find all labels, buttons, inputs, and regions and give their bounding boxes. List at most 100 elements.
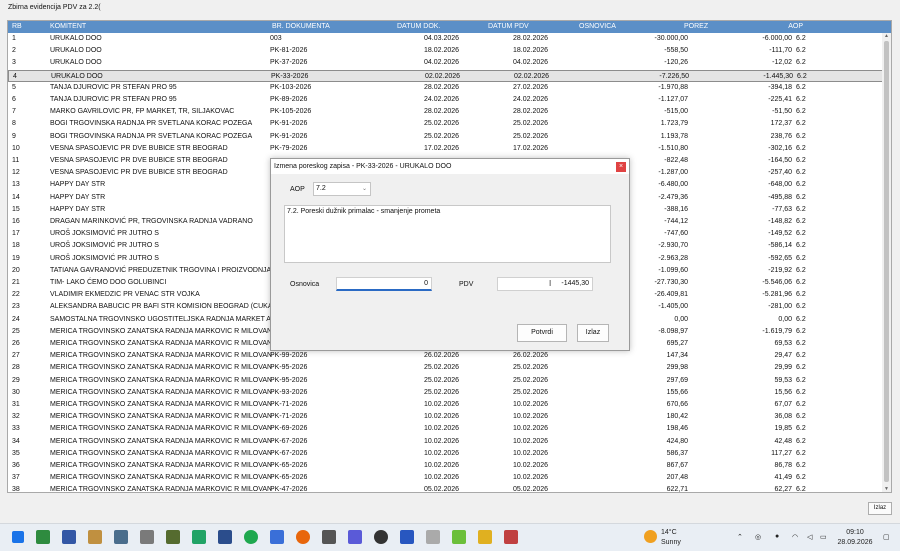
weather-temp[interactable]: 14°C <box>661 529 677 536</box>
app-icon-4[interactable] <box>114 530 128 544</box>
app-icon-10[interactable] <box>270 530 284 544</box>
table-row[interactable]: 1 URUKALO DOO 003 04.03.2026 28.02.2026 -30.0… <box>8 33 883 45</box>
app-icon-18[interactable] <box>478 530 492 544</box>
app-icon-5[interactable] <box>140 530 154 544</box>
clock-date[interactable]: 28.09.2026 <box>832 539 878 546</box>
speaker-icon[interactable]: ◁ <box>807 533 812 541</box>
table-row[interactable]: 28 MERICA TRGOVINSKO ZANATSKA RADNJA MARK… <box>8 362 883 374</box>
cell-komitent: HAPPY DAY STR <box>50 193 106 201</box>
microphone-icon[interactable]: ● <box>775 533 779 540</box>
cell-rb: 30 <box>12 388 20 396</box>
table-row[interactable]: 32 MERICA TRGOVINSKO ZANATSKA RADNJA MARK… <box>8 411 883 423</box>
wifi-icon[interactable]: ◠ <box>792 533 798 541</box>
osnovica-label: Osnovica <box>290 281 320 288</box>
cell-osnovica: -1.970,88 <box>658 83 688 91</box>
aop-description-field[interactable]: 7.2. Poreski dužnik primalac - smanjenje… <box>284 205 611 263</box>
col-header-rb[interactable]: RB <box>12 21 22 33</box>
app-tray-icon[interactable]: ◎ <box>755 533 761 541</box>
scroll-up-icon[interactable]: ▲ <box>883 33 890 40</box>
cell-porez: 0,00 <box>778 315 792 323</box>
table-row[interactable]: 31 MERICA TRGOVINSKO ZANATSKA RADNJA MARK… <box>8 399 883 411</box>
scroll-down-icon[interactable]: ▼ <box>883 486 890 492</box>
cell-porez: 29,47 <box>774 352 792 360</box>
cell-aop: 6.2 <box>796 218 806 225</box>
app-icon-16[interactable] <box>426 530 440 544</box>
table-row[interactable]: 10 VESNA SPASOJEVIC PR DVE BUBICE STR BEO… <box>8 143 883 155</box>
table-row[interactable]: 9 BOGI TRGOVINSKA RADNJA PR SVETLANA KORA… <box>8 131 883 143</box>
notification-icon[interactable]: ▢ <box>883 533 890 541</box>
cell-komitent: MERICA TRGOVINSKO ZANATSKA RADNJA MARKOV… <box>50 486 272 493</box>
app-icon-8[interactable] <box>218 530 232 544</box>
weather-desc[interactable]: Sunny <box>661 539 681 546</box>
exit-button[interactable]: Izlaz <box>868 502 892 515</box>
col-header-porez[interactable]: POREZ <box>684 21 708 33</box>
app-icon-17[interactable] <box>452 530 466 544</box>
col-header-br-dokumenta[interactable]: BR. DOKUMENTA <box>272 21 330 33</box>
table-row[interactable]: 33 MERICA TRGOVINSKO ZANATSKA RADNJA MARK… <box>8 423 883 435</box>
confirm-button[interactable]: Potvrdi <box>517 324 567 342</box>
word-icon[interactable] <box>400 530 414 544</box>
table-row[interactable]: 30 MERICA TRGOVINSKO ZANATSKA RADNJA MARK… <box>8 387 883 399</box>
col-header-datum-pdv[interactable]: DATUM PDV <box>488 21 529 33</box>
col-header-aop[interactable]: AOP <box>787 21 803 33</box>
table-row[interactable]: 6 TANJA DJUROVIC PR STEFAN PRO 95 PK-89-20… <box>8 94 883 106</box>
cell-komitent: DRAGAN MARINKOVIĆ PR, TRGOVINSKA RADNJA … <box>50 218 253 225</box>
cell-datum-dok: 02.02.2026 <box>425 72 461 80</box>
col-header-komitent[interactable]: KOMITENT <box>50 21 86 33</box>
cell-aop: 6.2 <box>796 144 806 152</box>
table-row[interactable]: 2 URUKALO DOO PK-81-2026 18.02.2026 18.02.20… <box>8 45 883 57</box>
app-icon-19[interactable] <box>504 530 518 544</box>
close-icon[interactable]: × <box>616 162 626 172</box>
cell-datum-dok: 25.02.2026 <box>424 376 460 384</box>
cell-porez: -648,00 <box>768 181 792 189</box>
table-row[interactable]: 4 URUKALO DOO PK-33-2026 02.02.2026 02.02.20… <box>8 69 883 82</box>
cell-br-dokumenta: PK-79-2026 <box>270 144 308 152</box>
cell-rb: 10 <box>12 144 20 152</box>
windows-start-icon[interactable] <box>12 531 24 543</box>
table-row[interactable]: 35 MERICA TRGOVINSKO ZANATSKA RADNJA MARK… <box>8 448 883 460</box>
table-row[interactable]: 37 MERICA TRGOVINSKO ZANATSKA RADNJA MARK… <box>8 472 883 484</box>
table-row[interactable]: 29 MERICA TRGOVINSKO ZANATSKA RADNJA MARK… <box>8 375 883 387</box>
save-icon[interactable] <box>62 530 76 544</box>
grid-scrollbar[interactable]: ▲ ▼ <box>882 33 891 492</box>
firefox-icon[interactable] <box>296 530 310 544</box>
app-icon-14[interactable] <box>374 530 388 544</box>
table-row[interactable]: 8 BOGI TRGOVINSKA RADNJA PR SVETLANA KORA… <box>8 118 883 130</box>
app-icon-1[interactable] <box>36 530 50 544</box>
table-row[interactable]: 34 MERICA TRGOVINSKO ZANATSKA RADNJA MARK… <box>8 436 883 448</box>
table-row[interactable]: 36 MERICA TRGOVINSKO ZANATSKA RADNJA MARK… <box>8 460 883 472</box>
table-row[interactable]: 5 TANJA DJUROVIC PR STEFAN PRO 95 PK-103-2… <box>8 82 883 94</box>
cell-br-dokumenta: PK-71-2026 <box>270 413 308 421</box>
teams-icon[interactable] <box>348 530 362 544</box>
cell-aop: 6.2 <box>797 72 807 80</box>
app-icon-6[interactable] <box>166 530 180 544</box>
cell-datum-dok: 04.02.2026 <box>424 59 460 67</box>
osnovica-input[interactable]: 0 <box>336 277 432 291</box>
cell-osnovica: 867,67 <box>666 462 688 469</box>
table-row[interactable]: 3 URUKALO DOO PK-37-2026 04.02.2026 04.02.20… <box>8 57 883 69</box>
scroll-thumb[interactable] <box>884 41 889 482</box>
clock-time[interactable]: 09:10 <box>832 529 878 536</box>
battery-icon[interactable]: ▭ <box>820 533 827 541</box>
table-row[interactable]: 7 MARKO GAVRILOVIC PR, FP MARKET, TR, SIL… <box>8 106 883 118</box>
dialog-exit-button[interactable]: Izlaz <box>577 324 609 342</box>
cell-rb: 5 <box>12 83 16 91</box>
aop-select[interactable]: 7.2 ⌄ <box>313 182 371 196</box>
tools-icon[interactable] <box>322 530 336 544</box>
col-header-datum-dok[interactable]: DATUM DOK. <box>397 21 440 33</box>
table-row[interactable]: 38 MERICA TRGOVINSKO ZANATSKA RADNJA MARK… <box>8 484 883 493</box>
cell-komitent: MERICA TRGOVINSKO ZANATSKA RADNJA MARKOV… <box>50 327 272 335</box>
table-row[interactable]: 27 MERICA TRGOVINSKO ZANATSKA RADNJA MARK… <box>8 350 883 362</box>
app-window: Zbirna evidencija PDV za 2.2( RB KOMITEN… <box>0 0 900 551</box>
chat-icon[interactable] <box>244 530 258 544</box>
aop-label: AOP <box>290 186 305 193</box>
cell-komitent: MARKO GAVRILOVIC PR, FP MARKET, TR, SILJ… <box>50 108 235 116</box>
chevron-up-icon[interactable]: ⌃ <box>737 533 743 541</box>
app-icon-3[interactable] <box>88 530 102 544</box>
weather-sun-icon[interactable] <box>644 530 657 543</box>
excel-icon[interactable] <box>192 530 206 544</box>
cell-aop: 6.2 <box>796 120 806 128</box>
col-header-osnovica[interactable]: OSNOVICA <box>579 21 616 33</box>
cell-br-dokumenta: PK-33-2026 <box>271 72 309 80</box>
pdv-input[interactable]: -1445,30 <box>497 277 593 291</box>
